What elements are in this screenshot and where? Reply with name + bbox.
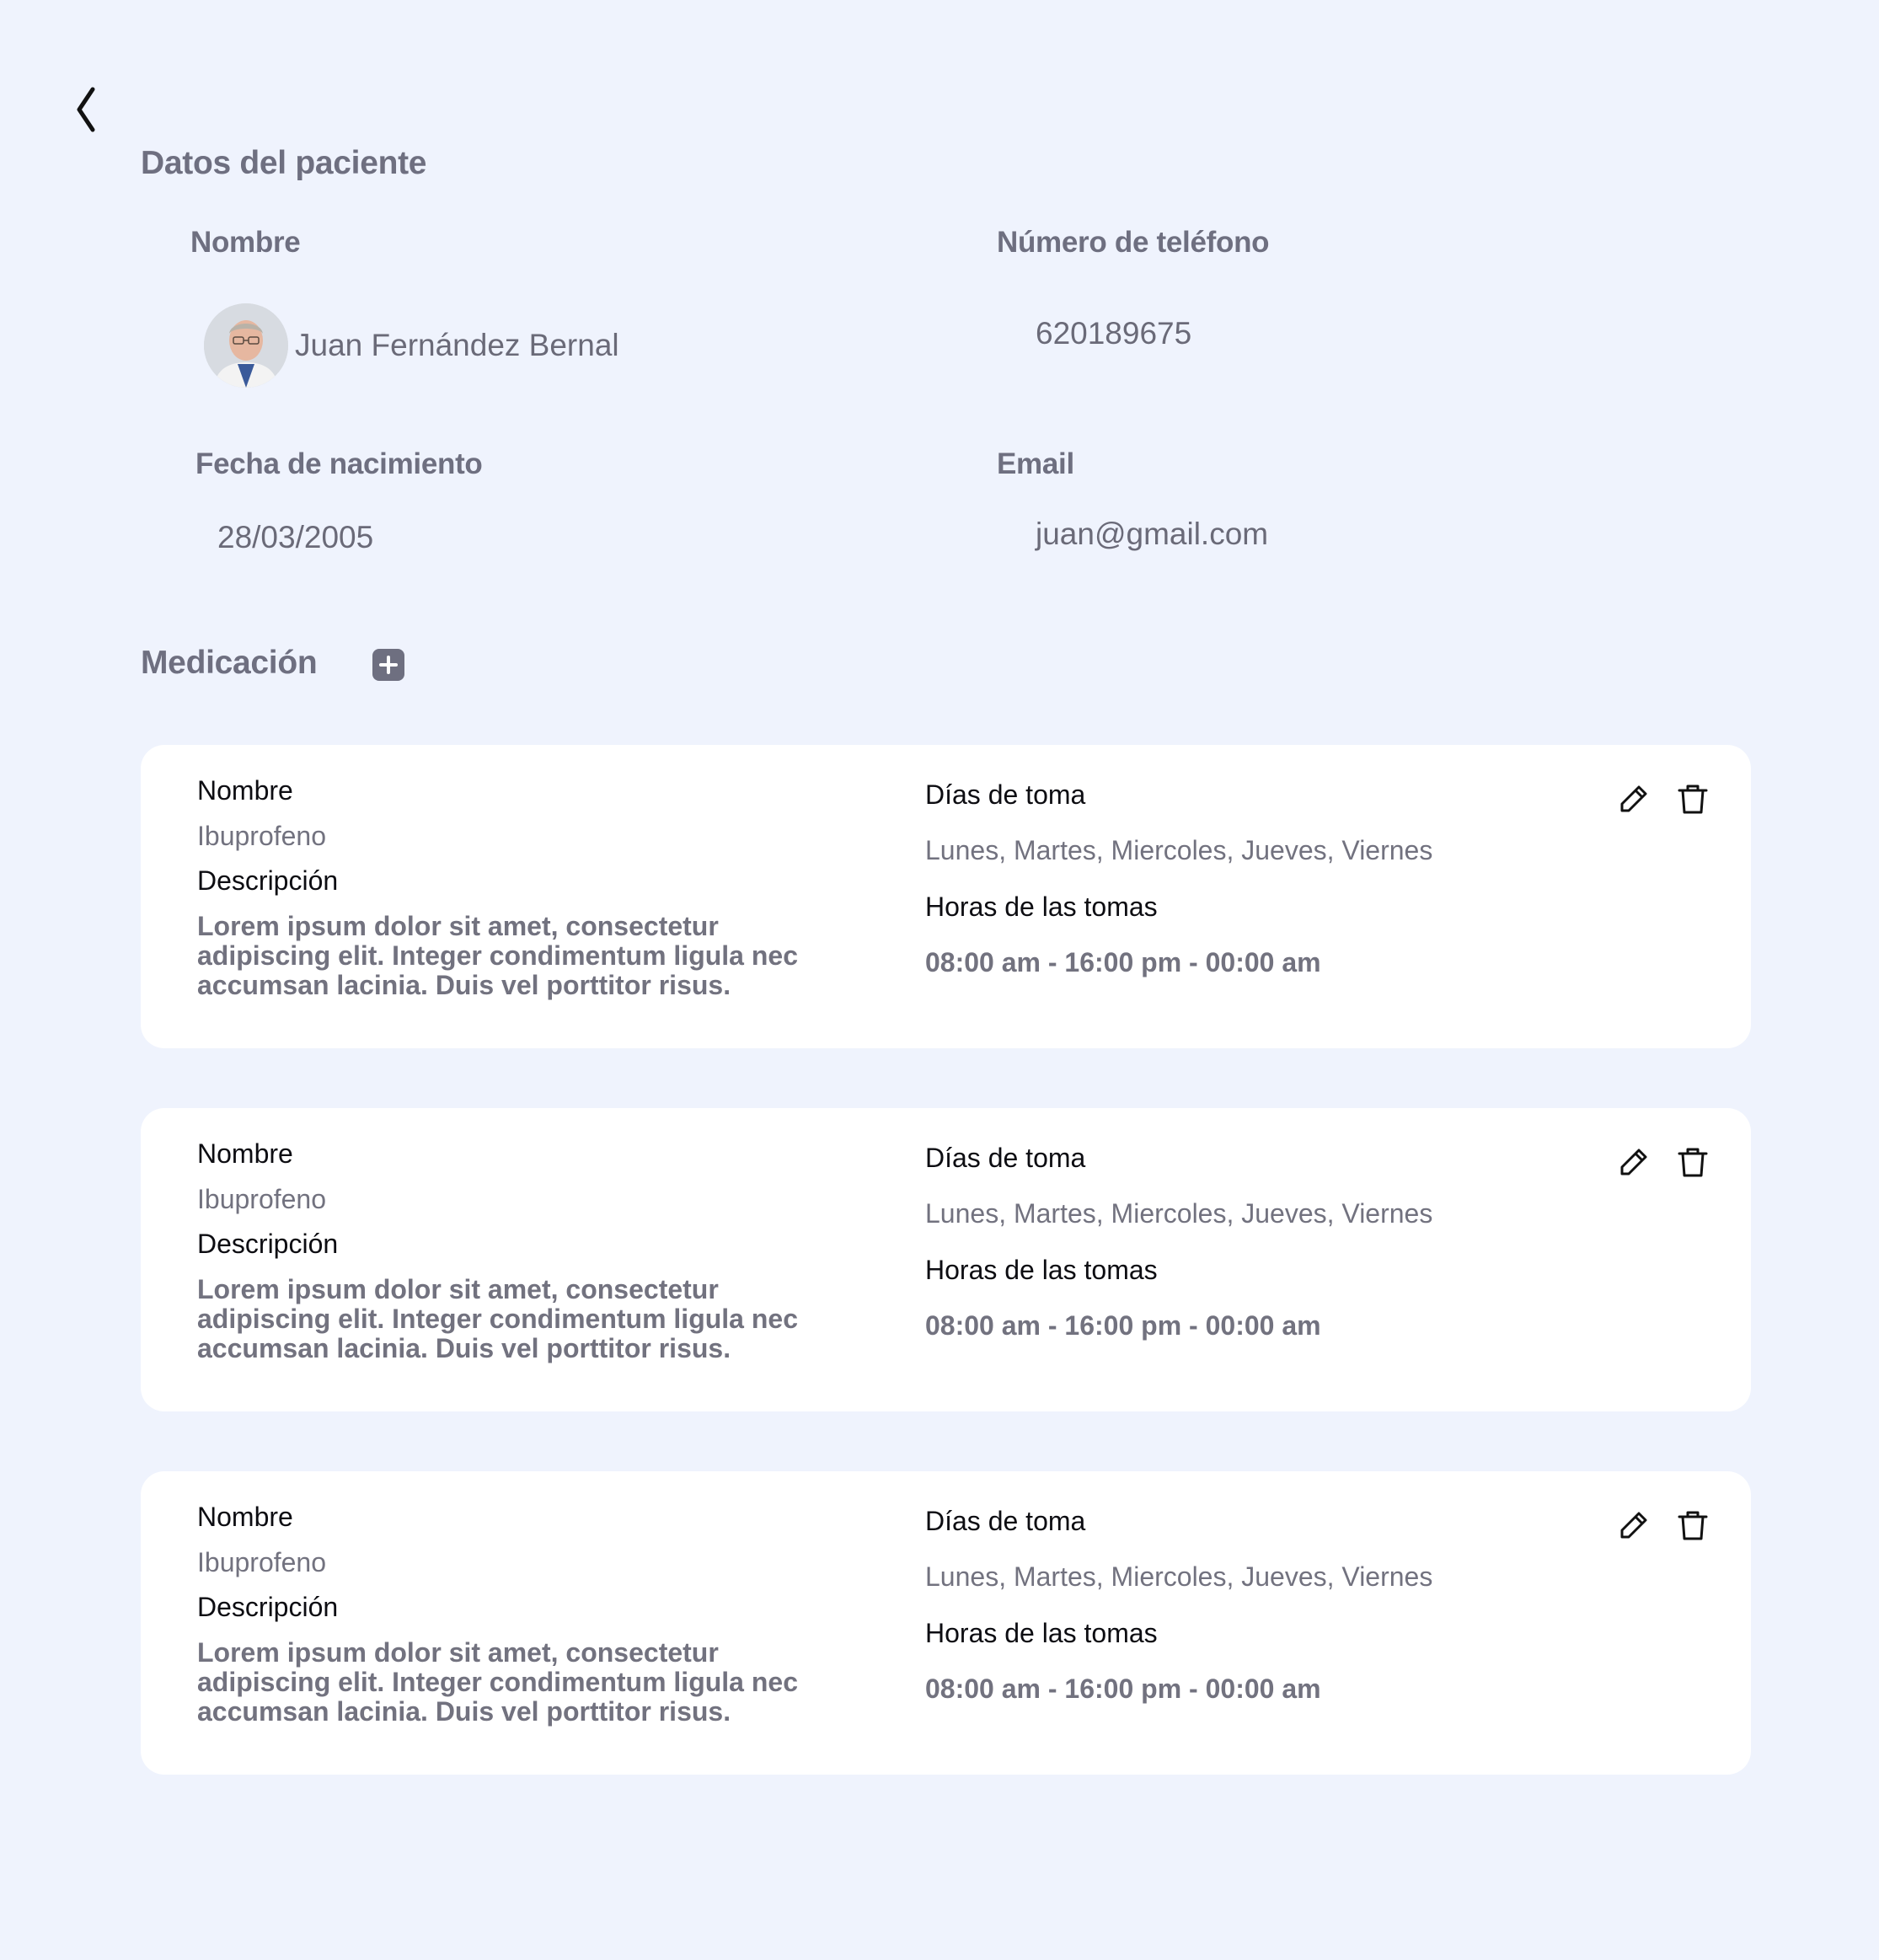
- med-desc-label: Descripción: [197, 1592, 339, 1622]
- edit-button[interactable]: [1615, 1507, 1652, 1544]
- trash-icon: [1678, 1148, 1708, 1177]
- delete-button[interactable]: [1674, 1143, 1711, 1181]
- med-name-value: Ibuprofeno: [197, 1547, 327, 1577]
- trash-icon: [1678, 785, 1708, 814]
- trash-icon: [1678, 1511, 1708, 1540]
- med-hours-label: Horas de las tomas: [925, 1255, 1158, 1285]
- name-label: Nombre: [190, 226, 301, 259]
- med-hours-label: Horas de las tomas: [925, 1618, 1158, 1648]
- email-label: Email: [997, 447, 1074, 480]
- med-days-value: Lunes, Martes, Miercoles, Jueves, Vierne…: [925, 1561, 1433, 1592]
- chevron-left-icon: [77, 87, 95, 132]
- med-desc-label: Descripción: [197, 865, 339, 896]
- delete-button[interactable]: [1674, 1507, 1711, 1544]
- med-desc-value: Lorem ipsum dolor sit amet, consectetur …: [197, 1274, 798, 1363]
- delete-button[interactable]: [1674, 780, 1711, 817]
- med-name-value: Ibuprofeno: [197, 821, 327, 851]
- med-days-value: Lunes, Martes, Miercoles, Jueves, Vierne…: [925, 835, 1433, 865]
- birth-date-value: 28/03/2005: [217, 520, 374, 554]
- patient-detail-page: Datos del paciente Nombre Número de telé…: [0, 0, 1879, 1960]
- pencil-icon: [1620, 1512, 1647, 1539]
- med-desc-value: Lorem ipsum dolor sit amet, consectetur …: [197, 1637, 798, 1727]
- med-hours-value: 08:00 am - 16:00 pm - 00:00 am: [925, 1310, 1321, 1341]
- patient-name-value: Juan Fernández Bernal: [295, 328, 619, 362]
- med-name-label: Nombre: [197, 1502, 293, 1532]
- medication-card: Nombre Ibuprofeno Descripción Lorem ipsu…: [141, 745, 1751, 1048]
- phone-value: 620189675: [1036, 316, 1192, 351]
- med-name-label: Nombre: [197, 1138, 293, 1169]
- medication-section-title: Medicación: [141, 645, 318, 681]
- plus-icon: [379, 656, 398, 674]
- edit-button[interactable]: [1615, 780, 1652, 817]
- back-button[interactable]: [67, 83, 104, 137]
- pencil-icon: [1620, 785, 1647, 812]
- med-desc-label: Descripción: [197, 1229, 339, 1259]
- med-name-value: Ibuprofeno: [197, 1184, 327, 1214]
- email-value: juan@gmail.com: [1036, 517, 1269, 551]
- med-desc-value: Lorem ipsum dolor sit amet, consectetur …: [197, 911, 798, 1000]
- med-hours-value: 08:00 am - 16:00 pm - 00:00 am: [925, 947, 1321, 977]
- add-medication-button[interactable]: [372, 649, 404, 681]
- medication-card: Nombre Ibuprofeno Descripción Lorem ipsu…: [141, 1471, 1751, 1775]
- pencil-icon: [1620, 1149, 1647, 1175]
- med-hours-label: Horas de las tomas: [925, 892, 1158, 922]
- med-name-label: Nombre: [197, 775, 293, 806]
- med-hours-value: 08:00 am - 16:00 pm - 00:00 am: [925, 1673, 1321, 1704]
- phone-label: Número de teléfono: [997, 226, 1270, 259]
- med-days-label: Días de toma: [925, 779, 1086, 810]
- med-days-label: Días de toma: [925, 1506, 1086, 1536]
- edit-button[interactable]: [1615, 1143, 1652, 1181]
- medication-card: Nombre Ibuprofeno Descripción Lorem ipsu…: [141, 1108, 1751, 1411]
- med-days-value: Lunes, Martes, Miercoles, Jueves, Vierne…: [925, 1198, 1433, 1229]
- avatar: [204, 303, 288, 388]
- birth-date-label: Fecha de nacimiento: [195, 447, 483, 480]
- med-days-label: Días de toma: [925, 1143, 1086, 1173]
- patient-section-title: Datos del paciente: [141, 145, 427, 181]
